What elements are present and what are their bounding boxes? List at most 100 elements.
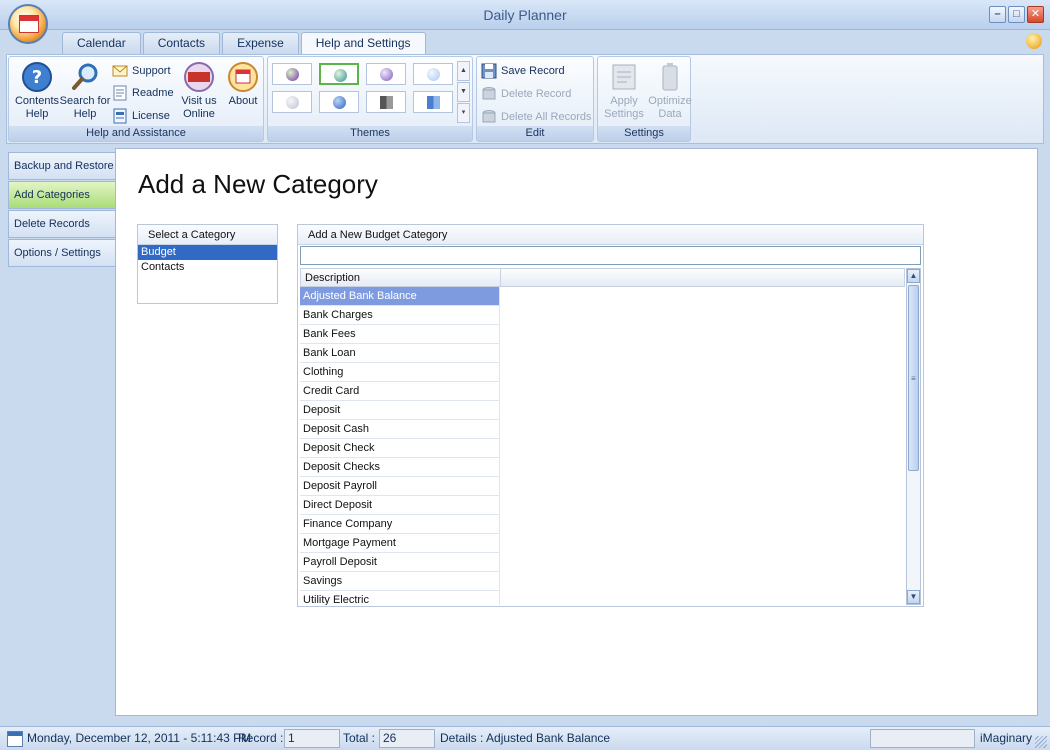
table-row[interactable]: Savings: [300, 572, 500, 591]
sidebar-item-options-settings[interactable]: Options / Settings: [8, 239, 116, 267]
theme-swatch[interactable]: [319, 91, 359, 113]
grip-icon: ≡: [911, 374, 916, 383]
table-row[interactable]: Direct Deposit: [300, 496, 500, 515]
table-row[interactable]: Deposit Payroll: [300, 477, 500, 496]
tab-expense[interactable]: Expense: [222, 32, 299, 54]
status-brand: iMaginary: [980, 731, 1033, 745]
readme-document-icon: [113, 85, 127, 101]
sidebar-item-delete-records[interactable]: Delete Records: [8, 210, 116, 238]
maximize-button[interactable]: □: [1008, 6, 1025, 23]
resize-grip-icon[interactable]: [1035, 736, 1047, 748]
theme-swatch[interactable]: [272, 91, 312, 113]
save-record-button[interactable]: Save Record: [481, 61, 565, 81]
grid-vertical-scrollbar[interactable]: ▲ ≡ ▼: [906, 268, 921, 605]
calendar-status-icon: [7, 731, 23, 747]
window-title: Daily Planner: [483, 7, 567, 23]
theme-gallery: [272, 63, 453, 113]
budget-category-header: Add a New Budget Category: [298, 225, 923, 245]
group-label-help: Help and Assistance: [9, 126, 263, 141]
category-list-box: Select a Category Budget Contacts: [137, 224, 278, 304]
table-row[interactable]: Bank Fees: [300, 325, 500, 344]
sidebar-item-backup-and-restore[interactable]: Backup and Restore: [8, 152, 116, 180]
delete-all-icon: [482, 110, 496, 123]
table-row[interactable]: Deposit Check: [300, 439, 500, 458]
theme-swatch[interactable]: [413, 63, 453, 85]
table-row[interactable]: Clothing: [300, 363, 500, 382]
scroll-down-arrow-icon[interactable]: ▼: [907, 590, 920, 604]
support-button[interactable]: Support: [112, 61, 171, 81]
globe-logo-icon: [184, 62, 214, 92]
readme-button[interactable]: Readme: [112, 83, 174, 103]
theme-swatch[interactable]: [366, 91, 406, 113]
contents-help-button[interactable]: ? Contents Help: [11, 61, 63, 121]
theme-swatch[interactable]: [366, 63, 406, 85]
group-label-settings: Settings: [598, 126, 690, 141]
new-category-input[interactable]: [300, 246, 921, 265]
description-grid: Description Adjusted Bank Balance Bank Ch…: [300, 268, 905, 605]
tab-contacts[interactable]: Contacts: [142, 32, 221, 54]
window-controls: – □ ✕: [989, 6, 1044, 23]
optimize-data-icon: [662, 63, 678, 91]
theme-swatch-selected[interactable]: [319, 63, 359, 85]
status-details: Details : Adjusted Bank Balance: [440, 731, 611, 745]
delete-record-icon: [482, 87, 496, 100]
content-panel: Add a New Category Select a Category Bud…: [115, 148, 1038, 716]
sidebar-item-add-categories[interactable]: Add Categories: [8, 181, 116, 209]
status-total-value: 26: [379, 729, 435, 748]
table-row[interactable]: Credit Card: [300, 382, 500, 401]
save-disk-icon: [481, 63, 497, 79]
status-empty-panel: [870, 729, 975, 748]
group-label-edit: Edit: [477, 126, 593, 141]
gallery-down-arrow-icon[interactable]: ▼: [457, 82, 470, 102]
apply-settings-button[interactable]: Apply Settings: [598, 61, 650, 121]
main-area: Backup and Restore Add Categories Delete…: [0, 148, 1050, 726]
delete-record-button[interactable]: Delete Record: [481, 84, 571, 104]
scroll-thumb[interactable]: ≡: [908, 285, 919, 471]
table-row[interactable]: Utility Electric: [300, 591, 500, 605]
close-button[interactable]: ✕: [1027, 6, 1044, 23]
category-item-budget[interactable]: Budget: [138, 245, 277, 260]
gallery-more-icon[interactable]: ▾: [457, 103, 470, 123]
app-menu-orb-icon[interactable]: [8, 4, 48, 44]
table-row[interactable]: Bank Charges: [300, 306, 500, 325]
table-row[interactable]: Deposit Checks: [300, 458, 500, 477]
optimize-data-button[interactable]: Optimize Data: [644, 61, 696, 121]
theme-swatch[interactable]: [272, 63, 312, 85]
group-settings: Apply Settings Optimize Data Settings: [597, 56, 692, 142]
tab-help-and-settings[interactable]: Help and Settings: [300, 32, 426, 55]
table-row[interactable]: Bank Loan: [300, 344, 500, 363]
svg-text:?: ?: [32, 67, 42, 88]
category-list-header: Select a Category: [138, 225, 277, 245]
column-header-description[interactable]: Description: [301, 269, 501, 286]
license-button[interactable]: License: [112, 106, 170, 126]
contents-help-label: Contents Help: [14, 95, 60, 120]
theme-gallery-scroll: ▲ ▼ ▾: [457, 61, 470, 123]
table-row[interactable]: Adjusted Bank Balance: [300, 287, 500, 306]
ribbon-tabs: Calendar Contacts Expense Help and Setti…: [62, 32, 426, 55]
about-label: About: [228, 95, 258, 107]
table-row[interactable]: Deposit Cash: [300, 420, 500, 439]
theme-swatch[interactable]: [413, 91, 453, 113]
status-bar: Monday, December 12, 2011 - 5:11:43 PM R…: [0, 726, 1050, 750]
grid-rows: Adjusted Bank Balance Bank Charges Bank Fe…: [300, 287, 905, 605]
visit-online-label: Visit us Online: [181, 95, 217, 120]
about-button[interactable]: About: [217, 61, 269, 108]
group-help-and-assistance: ? Contents Help Search for Help Support …: [8, 56, 264, 142]
category-item-contacts[interactable]: Contacts: [138, 260, 277, 275]
delete-all-records-button[interactable]: Delete All Records: [481, 107, 592, 127]
table-row[interactable]: Deposit: [300, 401, 500, 420]
search-for-help-button[interactable]: Search for Help: [59, 61, 111, 121]
license-document-icon: [113, 108, 127, 124]
tab-calendar[interactable]: Calendar: [62, 32, 141, 54]
group-themes: ▲ ▼ ▾ Themes: [267, 56, 473, 142]
table-row[interactable]: Payroll Deposit: [300, 553, 500, 572]
status-record-label: Record :: [238, 731, 284, 745]
gallery-up-arrow-icon[interactable]: ▲: [457, 61, 470, 81]
budget-category-box: Add a New Budget Category Description Ad…: [297, 224, 924, 607]
help-globe-icon[interactable]: [1026, 33, 1042, 49]
table-row[interactable]: Finance Company: [300, 515, 500, 534]
ribbon: ? Contents Help Search for Help Support …: [6, 54, 1044, 144]
minimize-button[interactable]: –: [989, 6, 1006, 23]
scroll-up-arrow-icon[interactable]: ▲: [907, 269, 920, 283]
table-row[interactable]: Mortgage Payment: [300, 534, 500, 553]
